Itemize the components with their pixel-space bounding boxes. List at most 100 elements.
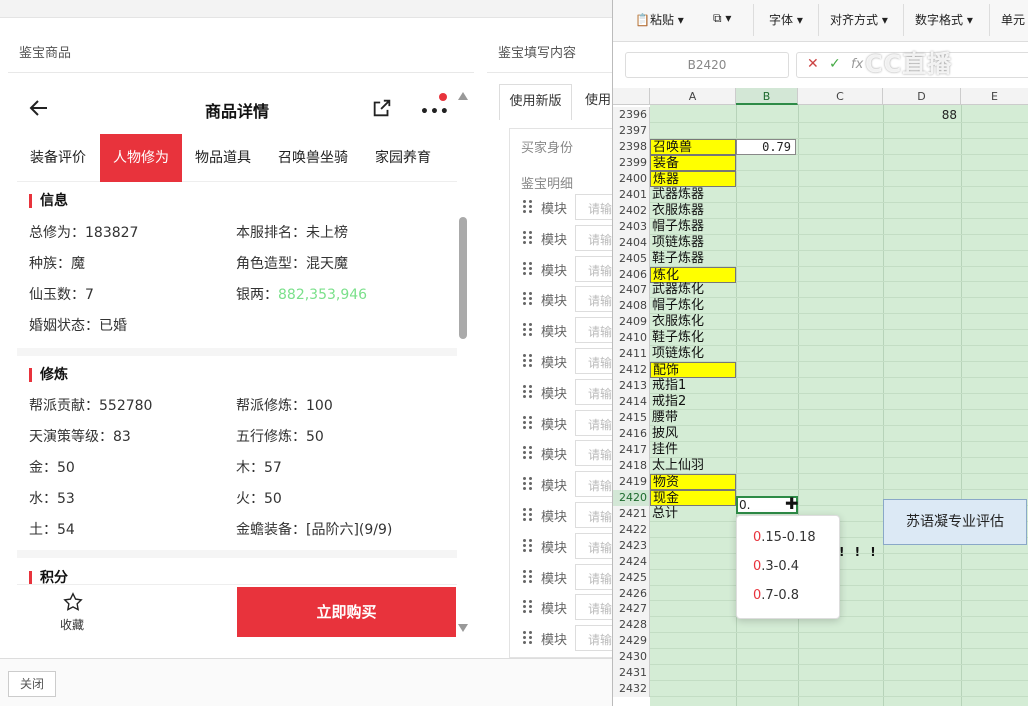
row-header[interactable]: 2414 — [613, 394, 650, 411]
row-header[interactable]: 2432 — [613, 681, 650, 698]
row-header[interactable]: 2400 — [613, 170, 650, 187]
row-header[interactable]: 2421 — [613, 505, 650, 522]
function-icon[interactable]: fx — [851, 57, 863, 72]
cell-a2405[interactable]: 鞋子炼器 — [650, 251, 736, 267]
row-header[interactable]: 2419 — [613, 473, 650, 490]
row-header[interactable]: 2422 — [613, 521, 650, 538]
row-header[interactable]: 2413 — [613, 378, 650, 395]
drag-handle-icon[interactable] — [523, 230, 533, 245]
row-header[interactable]: 2399 — [613, 154, 650, 171]
scroll-down-arrow-icon[interactable] — [458, 624, 468, 632]
row-header[interactable]: 2431 — [613, 665, 650, 682]
row-header[interactable]: 2412 — [613, 362, 650, 379]
cell-a2409[interactable]: 衣服炼化 — [650, 314, 736, 330]
share-icon[interactable] — [371, 97, 393, 119]
drag-handle-icon[interactable] — [523, 292, 533, 306]
row-header[interactable]: 2406 — [613, 266, 650, 283]
tab-items[interactable]: 物品道具 — [183, 134, 263, 182]
row-header[interactable]: 2403 — [613, 218, 650, 235]
tab-home[interactable]: 家园养育 — [363, 134, 443, 182]
tab-use-new-version[interactable]: 使用新版 — [499, 84, 572, 120]
drag-handle-icon[interactable] — [523, 323, 533, 337]
cell-a2408[interactable]: 帽子炼化 — [650, 298, 736, 314]
cell-a2401[interactable]: 武器炼器 — [650, 187, 736, 203]
cell-a2415[interactable]: 腰带 — [650, 410, 736, 426]
tab-use-other[interactable]: 使用 — [577, 84, 617, 120]
dropdown-option[interactable]: 0.15-0.18 — [753, 530, 816, 545]
professional-evaluation-box[interactable]: 苏语凝专业评估 — [883, 499, 1027, 545]
row-header[interactable]: 2423 — [613, 537, 650, 554]
name-box[interactable]: B2420 — [625, 52, 789, 78]
alignment-menu[interactable]: 对齐方式 ▾ — [830, 11, 888, 28]
drag-handle-icon[interactable] — [523, 384, 533, 399]
row-header[interactable]: 2416 — [613, 426, 650, 442]
row-header[interactable]: 2410 — [613, 330, 650, 347]
row-header[interactable]: 2407 — [613, 282, 650, 299]
row-header[interactable]: 2429 — [613, 633, 650, 650]
cell-a2400[interactable]: 炼器 — [650, 170, 736, 187]
cell-a2420[interactable]: 现金 — [650, 489, 736, 506]
drag-handle-icon[interactable] — [523, 446, 533, 460]
buy-now-button[interactable]: 立即购买 — [237, 587, 456, 637]
row-header[interactable]: 2405 — [613, 250, 650, 267]
dropdown-option[interactable]: 0.3-0.4 — [753, 559, 799, 574]
cell-a2399[interactable]: 装备 — [650, 154, 736, 171]
column-header-e[interactable]: E — [961, 88, 1028, 105]
cell-a2421[interactable]: 总计 — [650, 506, 736, 522]
cell-d2396[interactable]: 88 — [883, 107, 961, 123]
drag-handle-icon[interactable] — [523, 569, 533, 584]
row-header[interactable]: 2397 — [613, 122, 650, 139]
row-header[interactable]: 2427 — [613, 601, 650, 618]
star-icon[interactable] — [62, 591, 84, 613]
row-header[interactable]: 2425 — [613, 569, 650, 586]
cell-b2398[interactable]: 0.79 — [736, 139, 796, 155]
scroll-up-arrow-icon[interactable] — [458, 92, 468, 100]
cell-a2417[interactable]: 挂件 — [650, 442, 736, 458]
favorite-label[interactable]: 收藏 — [60, 616, 84, 633]
drag-handle-icon[interactable] — [523, 538, 533, 553]
font-menu[interactable]: 字体 ▾ — [769, 11, 803, 28]
row-header[interactable]: 2402 — [613, 202, 650, 219]
row-header[interactable]: 2398 — [613, 138, 650, 155]
cell-a2416[interactable]: 披风 — [650, 426, 736, 442]
drag-handle-icon[interactable] — [523, 508, 533, 522]
tab-summon-mount[interactable]: 召唤兽坐骑 — [265, 134, 361, 182]
drag-handle-icon[interactable] — [523, 354, 533, 368]
paste-button[interactable]: 📋粘贴 ▾ — [635, 11, 684, 28]
row-header[interactable]: 2430 — [613, 649, 650, 666]
row-header[interactable]: 2415 — [613, 410, 650, 427]
cell-a2414[interactable]: 戒指2 — [650, 394, 736, 410]
row-header[interactable]: 2401 — [613, 186, 650, 203]
row-header[interactable]: 2396 — [613, 107, 650, 123]
close-button[interactable]: 关闭 — [8, 671, 56, 697]
cell-menu[interactable]: 单元 — [1001, 11, 1025, 28]
dropdown-option[interactable]: 0.7-0.8 — [753, 588, 799, 603]
row-header[interactable]: 2424 — [613, 553, 650, 570]
row-header[interactable]: 2404 — [613, 234, 650, 251]
cell-a2410[interactable]: 鞋子炼化 — [650, 330, 736, 346]
vertical-scrollbar[interactable] — [458, 92, 468, 632]
row-header[interactable]: 2426 — [613, 585, 650, 602]
select-all-corner[interactable] — [613, 88, 650, 105]
cell-a2398[interactable]: 召唤兽 — [650, 138, 736, 155]
cell-a2413[interactable]: 戒指1 — [650, 378, 736, 394]
row-header[interactable]: 2411 — [613, 346, 650, 363]
column-header-d[interactable]: D — [883, 88, 961, 105]
row-header[interactable]: 2428 — [613, 617, 650, 634]
copy-format-button[interactable]: ⧉ ▾ — [713, 11, 731, 26]
drag-handle-icon[interactable] — [523, 200, 533, 214]
drag-handle-icon[interactable] — [523, 600, 533, 614]
row-header[interactable]: 2418 — [613, 457, 650, 474]
drag-handle-icon[interactable] — [523, 261, 533, 276]
cell-a2404[interactable]: 项链炼器 — [650, 235, 736, 251]
cancel-icon[interactable]: ✕ — [807, 56, 819, 72]
column-header-c[interactable]: C — [798, 88, 883, 105]
row-header[interactable]: 2417 — [613, 441, 650, 458]
drag-handle-icon[interactable] — [523, 631, 533, 645]
row-header[interactable]: 2408 — [613, 298, 650, 315]
column-header-b[interactable]: B — [736, 88, 798, 105]
cell-a2418[interactable]: 太上仙羽 — [650, 458, 736, 474]
cell-a2419[interactable]: 物资 — [650, 473, 736, 490]
drag-handle-icon[interactable] — [523, 477, 533, 491]
cell-a2412[interactable]: 配饰 — [650, 362, 736, 379]
